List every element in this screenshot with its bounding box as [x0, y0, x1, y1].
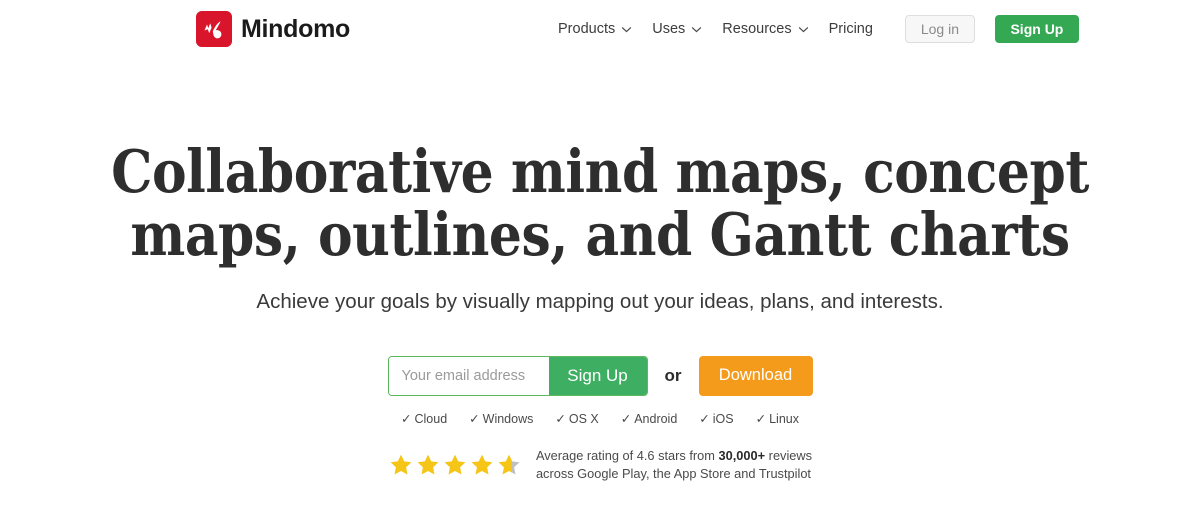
- brand-logo-link[interactable]: Mindomo: [196, 11, 350, 47]
- nav-item-pricing[interactable]: Pricing: [819, 13, 883, 45]
- star-icon-partial: [498, 454, 520, 475]
- check-icon: ✓: [401, 411, 412, 426]
- rating-description: Average rating of 4.6 stars from 30,000+…: [536, 447, 812, 483]
- main-navigation: Products Uses Resources Pricing Log in S…: [548, 13, 1079, 45]
- mindomo-logo-icon: [196, 11, 232, 47]
- platform-item-cloud: ✓ Cloud: [401, 411, 447, 426]
- nav-item-resources[interactable]: Resources: [712, 13, 818, 45]
- check-icon: ✓: [755, 411, 767, 426]
- nav-item-resources-label: Resources: [722, 21, 792, 37]
- email-signup-group: Sign Up: [387, 355, 648, 396]
- platform-label-osx: OS X: [568, 411, 599, 426]
- signup-submit-button[interactable]: Sign Up: [548, 356, 647, 395]
- nav-item-uses-label: Uses: [652, 21, 686, 37]
- platform-item-windows: ✓ Windows: [469, 411, 533, 426]
- platform-list: ✓ Cloud ✓ Windows ✓ OS X ✓ Android ✓ iOS ✓ Lin…: [0, 411, 1200, 426]
- platform-label-cloud: Cloud: [414, 411, 448, 426]
- platform-item-android: ✓ Android: [621, 411, 678, 426]
- platform-label-linux: Linux: [769, 411, 799, 426]
- platform-label-windows: Windows: [482, 411, 534, 426]
- or-separator: or: [664, 365, 682, 385]
- hero-section: Collaborative mind maps, concept maps, o…: [0, 137, 1200, 483]
- signup-button-header[interactable]: Sign Up: [994, 15, 1079, 43]
- star-icon: [471, 454, 493, 475]
- nav-item-pricing-label: Pricing: [828, 21, 873, 37]
- brand-name: Mindomo: [241, 14, 350, 43]
- check-icon: ✓: [555, 411, 566, 426]
- check-icon: ✓: [469, 411, 480, 426]
- star-icon: [417, 454, 439, 475]
- check-icon: ✓: [699, 411, 710, 426]
- rating-review-count: 30,000+: [718, 447, 766, 463]
- platform-label-ios: iOS: [712, 411, 734, 426]
- chevron-down-icon: [621, 24, 632, 35]
- nav-item-uses[interactable]: Uses: [642, 13, 712, 45]
- signup-form: Sign Up or Download: [0, 355, 1200, 396]
- chevron-down-icon: [798, 24, 809, 35]
- page-title: Collaborative mind maps, concept maps, o…: [111, 137, 1089, 269]
- rating-section: Average rating of 4.6 stars from 30,000+…: [0, 447, 1200, 483]
- nav-item-products-label: Products: [558, 21, 616, 37]
- platform-item-linux: ✓ Linux: [756, 411, 799, 426]
- platform-item-ios: ✓ iOS: [699, 411, 733, 426]
- chevron-down-icon: [691, 24, 702, 35]
- check-icon: ✓: [620, 411, 632, 426]
- star-icon: [444, 454, 466, 475]
- star-icon: [390, 454, 412, 475]
- email-input[interactable]: [388, 356, 549, 395]
- nav-item-products[interactable]: Products: [548, 13, 642, 45]
- rating-line2: across Google Play, the App Store and Tr…: [535, 465, 811, 481]
- star-rating: [388, 452, 522, 478]
- platform-item-osx: ✓ OS X: [555, 411, 598, 426]
- rating-line1-prefix: Average rating of 4.6 stars from: [535, 447, 719, 463]
- download-button[interactable]: Download: [698, 355, 813, 396]
- platform-label-android: Android: [634, 411, 678, 426]
- page-subtitle: Achieve your goals by visually mapping o…: [256, 290, 944, 314]
- login-button[interactable]: Log in: [904, 15, 975, 43]
- rating-line1-suffix: reviews: [765, 447, 813, 463]
- site-header: Mindomo Products Uses Resources Pricing …: [0, 0, 1200, 58]
